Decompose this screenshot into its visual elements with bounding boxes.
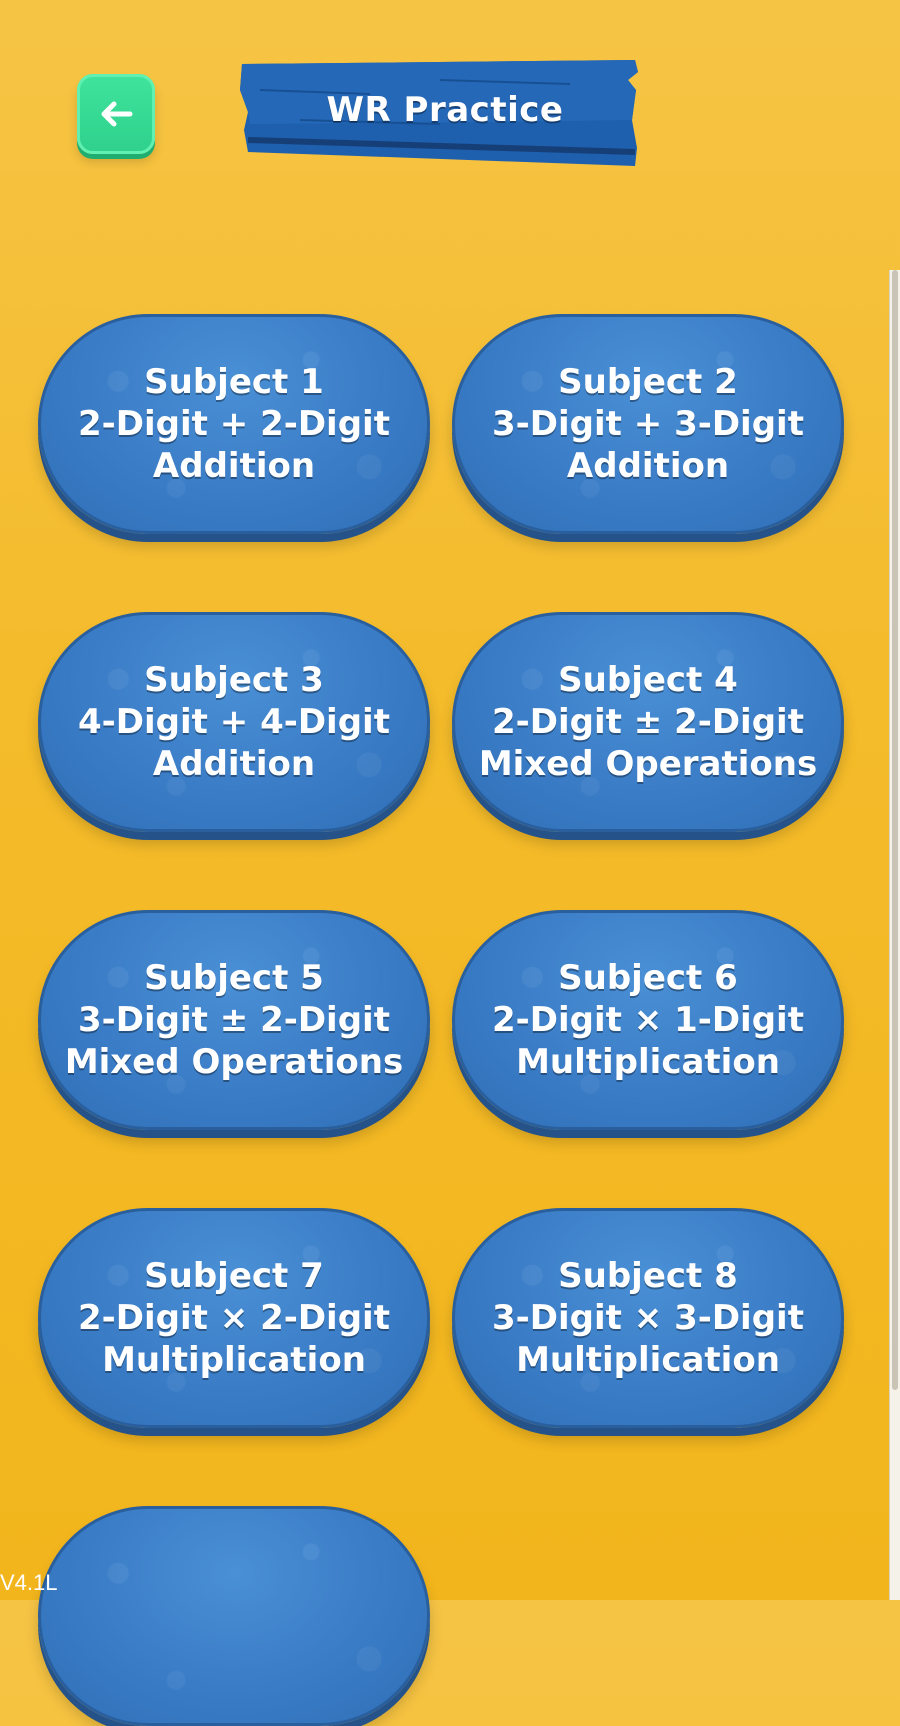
subject-9-button[interactable] (38, 1506, 430, 1726)
subject-6-label: Subject 6 2-Digit × 1-Digit Multiplicati… (492, 958, 804, 1082)
subject-8-button[interactable]: Subject 8 3-Digit × 3-Digit Multiplicati… (452, 1208, 844, 1428)
subject-8-label: Subject 8 3-Digit × 3-Digit Multiplicati… (492, 1256, 804, 1380)
version-label: V4.1L (0, 1570, 58, 1595)
subject-5-label: Subject 5 3-Digit ± 2-Digit Mixed Operat… (64, 958, 404, 1082)
scrollbar[interactable] (889, 270, 900, 1600)
subject-7-button[interactable]: Subject 7 2-Digit × 2-Digit Multiplicati… (38, 1208, 430, 1428)
subject-3-button[interactable]: Subject 3 4-Digit + 4-Digit Addition (38, 612, 430, 832)
scrollbar-thumb[interactable] (892, 270, 898, 1390)
subject-grid: Subject 1 2-Digit + 2-Digit Addition Sub… (0, 0, 900, 1726)
subject-3-label: Subject 3 4-Digit + 4-Digit Addition (78, 660, 390, 784)
subject-7-label: Subject 7 2-Digit × 2-Digit Multiplicati… (78, 1256, 390, 1380)
subject-1-label: Subject 1 2-Digit + 2-Digit Addition (78, 362, 390, 486)
subject-5-button[interactable]: Subject 5 3-Digit ± 2-Digit Mixed Operat… (38, 910, 430, 1130)
subject-4-button[interactable]: Subject 4 2-Digit ± 2-Digit Mixed Operat… (452, 612, 844, 832)
subject-1-button[interactable]: Subject 1 2-Digit + 2-Digit Addition (38, 314, 430, 534)
subject-4-label: Subject 4 2-Digit ± 2-Digit Mixed Operat… (478, 660, 818, 784)
subject-6-button[interactable]: Subject 6 2-Digit × 1-Digit Multiplicati… (452, 910, 844, 1130)
subject-2-button[interactable]: Subject 2 3-Digit + 3-Digit Addition (452, 314, 844, 534)
subject-2-label: Subject 2 3-Digit + 3-Digit Addition (492, 362, 804, 486)
